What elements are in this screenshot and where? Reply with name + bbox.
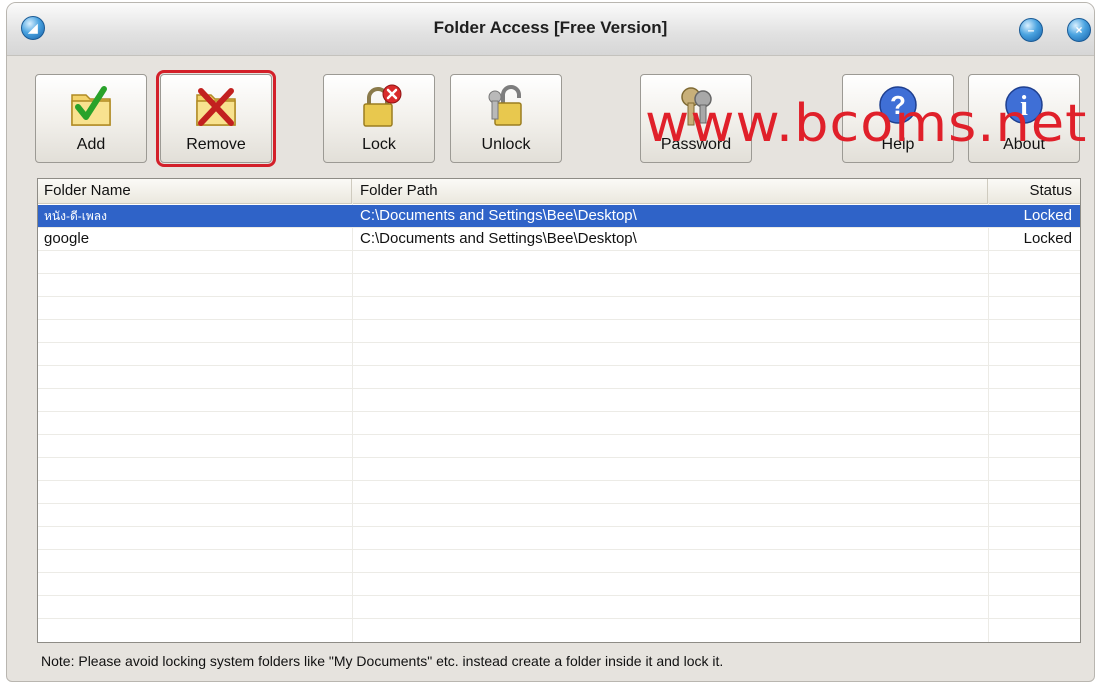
row-line xyxy=(38,365,1080,366)
title-bar[interactable]: ◢ Folder Access [Free Version] – × xyxy=(7,3,1094,56)
folder-path-cell: C:\Documents and Settings\Bee\Desktop\ xyxy=(360,230,637,247)
close-icon[interactable]: × xyxy=(1067,18,1091,42)
padlock-unlocked-icon xyxy=(488,85,522,126)
column-divider xyxy=(988,203,989,642)
folder-check-icon xyxy=(71,86,111,126)
row-line xyxy=(38,296,1080,297)
folder-list[interactable]: Folder Name Folder Path Status หนัง-ดี-เ… xyxy=(37,178,1081,643)
lock-button[interactable]: Lock xyxy=(323,74,435,163)
lock-label: Lock xyxy=(362,136,396,153)
row-line xyxy=(38,526,1080,527)
column-header-folder-name[interactable]: Folder Name xyxy=(38,179,352,203)
row-line xyxy=(38,480,1080,481)
row-line xyxy=(38,250,1080,251)
row-line xyxy=(38,503,1080,504)
remove-label: Remove xyxy=(186,136,246,153)
unlock-button[interactable]: Unlock xyxy=(450,74,562,163)
unlock-label: Unlock xyxy=(481,136,531,153)
footer-note: Note: Please avoid locking system folder… xyxy=(41,653,724,669)
row-line xyxy=(38,342,1080,343)
row-line xyxy=(38,572,1080,573)
row-line xyxy=(38,618,1080,619)
folder-remove-icon xyxy=(196,88,236,126)
row-line xyxy=(38,388,1080,389)
row-line xyxy=(38,595,1080,596)
row-line xyxy=(38,434,1080,435)
column-divider xyxy=(352,203,353,642)
add-label: Add xyxy=(76,136,106,153)
status-cell: Locked xyxy=(1023,230,1072,247)
minimize-icon[interactable]: – xyxy=(1019,18,1043,42)
column-header-folder-path[interactable]: Folder Path xyxy=(352,179,988,203)
table-row[interactable]: google C:\Documents and Settings\Bee\Des… xyxy=(38,228,1080,250)
status-cell: Locked xyxy=(1023,207,1072,224)
table-row[interactable]: หนัง-ดี-เพลง C:\Documents and Settings\B… xyxy=(38,205,1080,227)
window-title: Folder Access [Free Version] xyxy=(433,18,668,37)
watermark-text: www.bcoms.net xyxy=(645,94,1088,154)
folder-name-cell: google xyxy=(44,230,90,247)
row-line xyxy=(38,273,1080,274)
folder-path-cell: C:\Documents and Settings\Bee\Desktop\ xyxy=(360,207,637,224)
folder-name-cell: หนัง-ดี-เพลง xyxy=(44,209,107,223)
row-line xyxy=(38,457,1080,458)
padlock-locked-icon xyxy=(363,84,402,127)
column-header-status[interactable]: Status xyxy=(988,179,1080,203)
row-line xyxy=(38,549,1080,550)
row-line xyxy=(38,319,1080,320)
remove-button[interactable]: Remove xyxy=(156,70,276,167)
list-header: Folder Name Folder Path Status xyxy=(38,179,1080,204)
add-button[interactable]: Add xyxy=(35,74,147,163)
row-line xyxy=(38,411,1080,412)
